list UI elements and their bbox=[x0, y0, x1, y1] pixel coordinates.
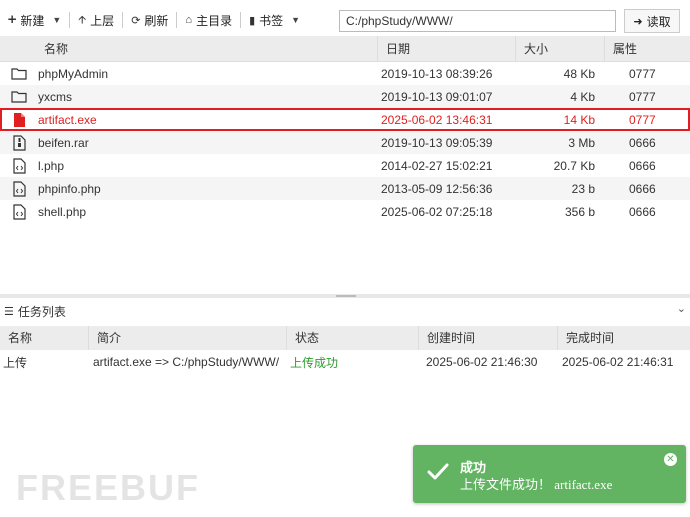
task-table-header: 名称 简介 状态 创建时间 完成时间 bbox=[0, 326, 690, 350]
column-header-size[interactable]: 大小 bbox=[515, 35, 604, 62]
home-label: 主目录 bbox=[196, 13, 233, 28]
arrow-right-icon: ➜ bbox=[633, 15, 643, 28]
file-date: 2019-10-13 08:39:26 bbox=[381, 66, 493, 81]
file-size: 20.7 Kb bbox=[553, 158, 595, 173]
task-row[interactable]: 上传 artifact.exe => C:/phpStudy/WWW/ 上传成功… bbox=[0, 351, 690, 373]
file-date: 2025-06-02 07:25:18 bbox=[381, 204, 493, 219]
task-desc: artifact.exe => C:/phpStudy/WWW/ bbox=[93, 355, 280, 369]
file-date: 2013-05-09 12:56:36 bbox=[381, 181, 493, 196]
file-name: beifen.rar bbox=[38, 135, 89, 150]
folder-icon bbox=[0, 90, 38, 103]
file-date: 2019-10-13 09:05:39 bbox=[381, 135, 493, 150]
file-list: phpMyAdmin 2019-10-13 08:39:26 48 Kb 0777 yx… bbox=[0, 62, 690, 223]
watermark-text: FREEBUF bbox=[16, 467, 200, 508]
file-row[interactable]: yxcms 2019-10-13 09:01:07 4 Kb 0777 bbox=[0, 85, 690, 108]
read-button[interactable]: ➜ 读取 bbox=[624, 9, 680, 33]
check-icon bbox=[427, 463, 449, 480]
up-label: 上层 bbox=[90, 13, 115, 28]
splitter-grip[interactable] bbox=[336, 295, 356, 297]
file-date: 2014-02-27 15:02:21 bbox=[381, 158, 493, 173]
up-button[interactable]: 🡩 上层 bbox=[70, 9, 122, 31]
file-name: yxcms bbox=[38, 89, 72, 104]
file-size: 356 b bbox=[564, 204, 595, 219]
bookmark-button[interactable]: ▮ 书签 ▼ bbox=[241, 9, 308, 31]
file-name: phpinfo.php bbox=[38, 181, 101, 196]
new-label: 新建 bbox=[20, 13, 45, 28]
file-attr: 0666 bbox=[629, 158, 656, 173]
file-table-header: 名称 日期 大小 属性 bbox=[0, 35, 690, 62]
file-row[interactable]: artifact.exe 2025-06-02 13:46:31 14 Kb 0777 bbox=[0, 108, 690, 131]
caret-down-icon: ▼ bbox=[291, 15, 301, 25]
refresh-label: 刷新 bbox=[144, 13, 169, 28]
file-row[interactable]: phpMyAdmin 2019-10-13 08:39:26 48 Kb 0777 bbox=[0, 62, 690, 85]
file-size: 23 b bbox=[571, 181, 595, 196]
column-header-name[interactable]: 名称 bbox=[0, 36, 377, 62]
refresh-button[interactable]: ⟳ 刷新 bbox=[123, 9, 176, 31]
file-table: 名称 日期 大小 属性 phpMyAdmin 2019-10-13 08:39:2… bbox=[0, 35, 690, 223]
code-file-icon bbox=[0, 157, 38, 174]
chevron-down-icon[interactable]: ⌄ bbox=[677, 302, 686, 315]
task-name: 上传 bbox=[3, 355, 28, 370]
code-file-icon bbox=[0, 203, 38, 220]
task-panel-title: 任务列表 bbox=[17, 304, 66, 319]
file-name: l.php bbox=[38, 158, 65, 173]
home-icon: ⌂ bbox=[185, 14, 193, 26]
arrow-up-icon: 🡩 bbox=[78, 13, 87, 26]
task-panel-title-bar: ☰ 任务列表 ⌄ bbox=[0, 300, 690, 322]
folder-icon bbox=[0, 67, 38, 80]
archive-file-icon bbox=[0, 134, 38, 151]
file-date: 2019-10-13 09:01:07 bbox=[381, 89, 493, 104]
file-row[interactable]: beifen.rar 2019-10-13 09:05:39 3 Mb 0666 bbox=[0, 131, 690, 154]
task-finished: 2025-06-02 21:46:31 bbox=[562, 355, 674, 369]
file-attr: 0777 bbox=[629, 112, 656, 127]
task-column-name[interactable]: 名称 bbox=[0, 326, 88, 350]
bookmark-label: 书签 bbox=[259, 13, 284, 28]
close-icon[interactable]: ✕ bbox=[664, 453, 677, 466]
task-column-status[interactable]: 状态 bbox=[286, 326, 418, 350]
task-created: 2025-06-02 21:46:30 bbox=[426, 355, 538, 369]
refresh-icon: ⟳ bbox=[131, 14, 141, 27]
success-toast: 成功 上传文件成功！ artifact.exe ✕ bbox=[413, 445, 686, 503]
file-name: shell.php bbox=[38, 204, 87, 219]
file-row[interactable]: phpinfo.php 2013-05-09 12:56:36 23 b 0666 bbox=[0, 177, 690, 200]
path-input[interactable] bbox=[339, 10, 616, 32]
task-column-created[interactable]: 创建时间 bbox=[418, 326, 557, 350]
file-size: 3 Mb bbox=[568, 135, 595, 150]
file-row[interactable]: shell.php 2025-06-02 07:25:18 356 b 0666 bbox=[0, 200, 690, 223]
code-file-icon bbox=[0, 180, 38, 197]
toast-message: 上传文件成功！ artifact.exe bbox=[460, 477, 613, 492]
task-status: 上传成功 bbox=[290, 355, 339, 370]
file-name: phpMyAdmin bbox=[38, 66, 109, 81]
file-name: artifact.exe bbox=[38, 112, 97, 127]
watermark-logo: FREEBUF bbox=[16, 467, 200, 508]
plus-circle-icon: ➕︎ bbox=[8, 13, 17, 26]
caret-down-icon: ▼ bbox=[52, 15, 62, 25]
file-date: 2025-06-02 13:46:31 bbox=[381, 112, 493, 127]
list-icon: ☰ bbox=[4, 305, 14, 318]
new-button[interactable]: ➕︎ 新建 ▼ bbox=[0, 9, 69, 31]
read-label: 读取 bbox=[646, 14, 671, 29]
file-attr: 0666 bbox=[629, 135, 656, 150]
file-attr: 0777 bbox=[629, 66, 656, 81]
file-size: 14 Kb bbox=[563, 112, 595, 127]
file-icon bbox=[0, 112, 38, 128]
task-column-desc[interactable]: 简介 bbox=[88, 326, 286, 350]
file-row[interactable]: l.php 2014-02-27 15:02:21 20.7 Kb 0666 bbox=[0, 154, 690, 177]
task-column-finished[interactable]: 完成时间 bbox=[557, 326, 690, 350]
home-button[interactable]: ⌂ 主目录 bbox=[177, 9, 240, 31]
column-header-attr[interactable]: 属性 bbox=[604, 35, 690, 62]
column-header-date[interactable]: 日期 bbox=[377, 35, 515, 62]
toolbar: ➕︎ 新建 ▼ 🡩 上层 ⟳ 刷新 ⌂ 主目录 ▮ 书签 ▼ ➜ 读取 bbox=[0, 6, 690, 34]
file-attr: 0666 bbox=[629, 204, 656, 219]
bookmark-icon: ▮ bbox=[249, 14, 256, 27]
panel-splitter[interactable] bbox=[0, 294, 690, 298]
file-attr: 0666 bbox=[629, 181, 656, 196]
file-size: 4 Kb bbox=[570, 89, 595, 104]
file-size: 48 Kb bbox=[563, 66, 595, 81]
file-attr: 0777 bbox=[629, 89, 656, 104]
